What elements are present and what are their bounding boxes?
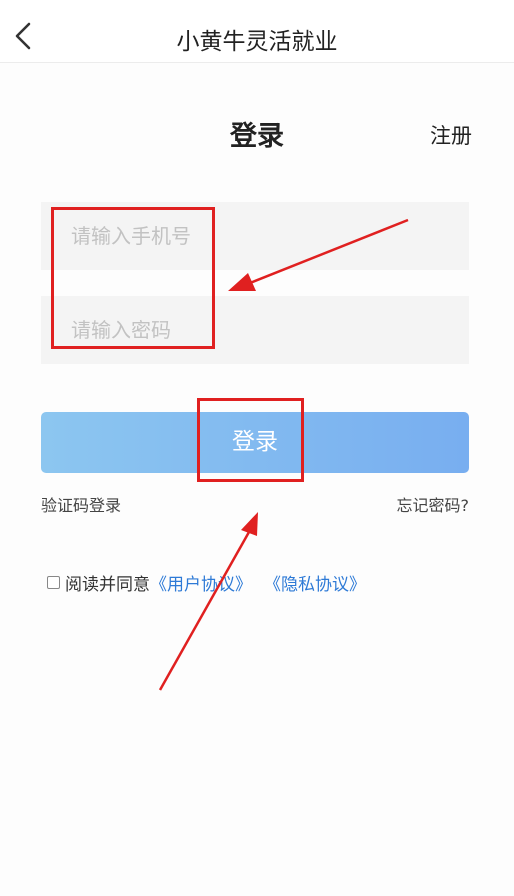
privacy-policy-link[interactable]: 《隐私协议》: [264, 570, 366, 595]
page-title: 小黄牛灵活就业: [176, 29, 338, 55]
register-link[interactable]: 注册: [430, 120, 472, 150]
phone-field-container: [41, 202, 469, 270]
login-page: 小黄牛灵活就业 登录 注册 登录 验证码登录 忘记密码? 阅读并同意 《用户协议…: [0, 0, 514, 896]
user-agreement-link[interactable]: 《用户协议》: [150, 570, 252, 595]
forgot-password-link[interactable]: 忘记密码?: [397, 492, 470, 516]
agreement-row: 阅读并同意 《用户协议》 《隐私协议》: [47, 570, 366, 595]
login-button[interactable]: 登录: [41, 412, 469, 473]
password-field-container: [41, 296, 469, 364]
nav-bar: 小黄牛灵活就业: [0, 0, 514, 63]
phone-input[interactable]: [41, 202, 469, 270]
chevron-left-icon: [15, 22, 31, 50]
annotation-arrow-to-button-icon: [158, 512, 258, 691]
password-input[interactable]: [41, 296, 469, 364]
sms-login-link[interactable]: 验证码登录: [41, 492, 121, 516]
agreement-checkbox[interactable]: [47, 575, 60, 589]
agreement-text: 阅读并同意: [65, 574, 150, 595]
back-button[interactable]: [6, 18, 42, 54]
